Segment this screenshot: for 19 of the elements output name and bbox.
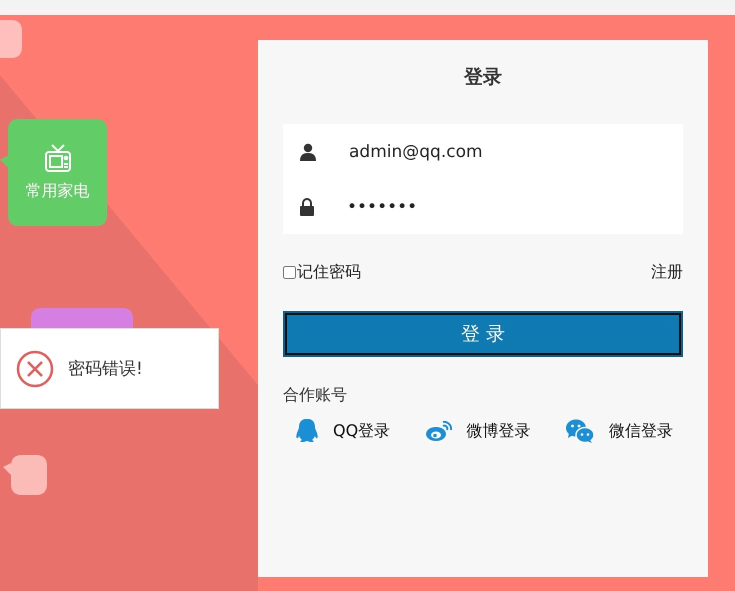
lock-icon [299, 198, 315, 216]
error-icon [16, 350, 54, 388]
tile-shape [3, 455, 47, 495]
username-field[interactable]: admin@qq.com [347, 140, 651, 162]
remember-checkbox[interactable] [283, 266, 296, 279]
tv-icon [42, 143, 72, 173]
error-message: 密码错误! [68, 358, 143, 380]
user-icon [299, 142, 317, 160]
partner-accounts-label: 合作账号 [283, 385, 348, 406]
login-title: 登录 [462, 65, 503, 90]
remember-label: 记住密码 [297, 262, 361, 283]
social-login-link[interactable]: QQ登录 [333, 420, 390, 442]
register-link[interactable]: 注册 [651, 262, 683, 283]
chat-bubbles-icon [565, 418, 595, 444]
weibo-icon [424, 419, 453, 443]
social-login-link[interactable]: 微博登录 [466, 420, 531, 442]
social-login-link[interactable]: 微信登录 [609, 420, 673, 442]
login-button[interactable]: 登 录 [283, 311, 683, 357]
password-field[interactable]: ••••••• [345, 196, 649, 218]
